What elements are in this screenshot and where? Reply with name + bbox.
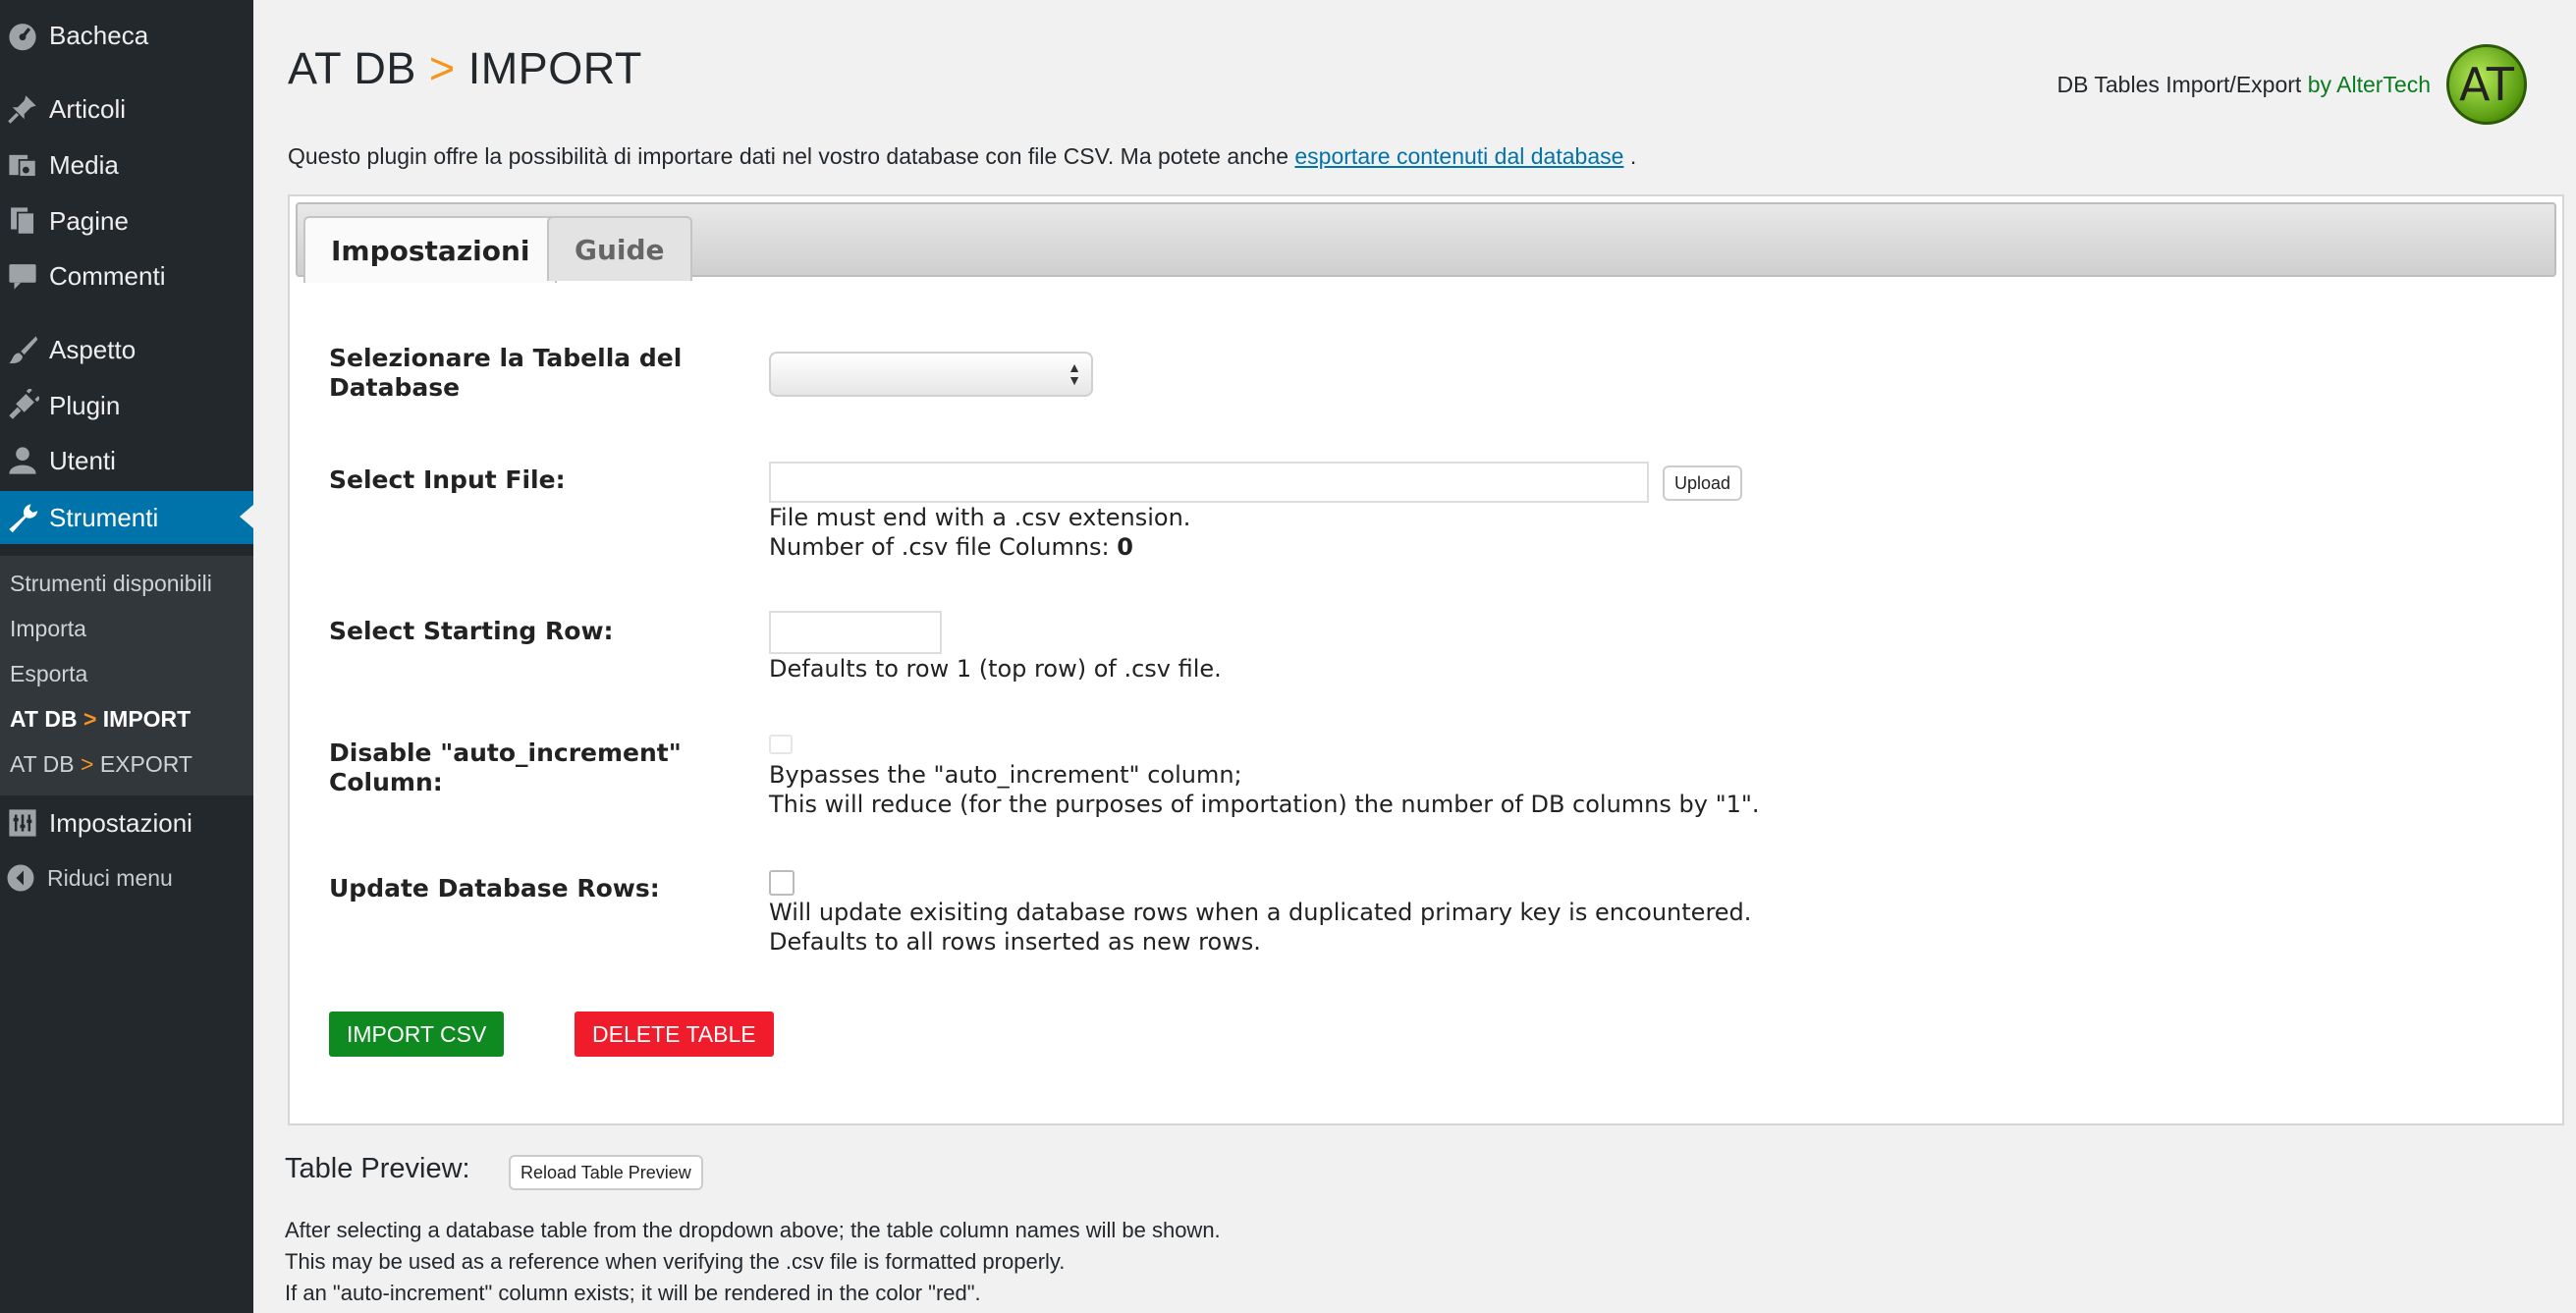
brand-author[interactable]: by AlterTech xyxy=(2308,72,2431,97)
submenu-esporta[interactable]: Esporta xyxy=(10,654,87,693)
reload-table-preview-button[interactable]: Reload Table Preview xyxy=(509,1155,703,1190)
start-row-input[interactable] xyxy=(769,611,942,654)
columns-count: Number of .csv file Columns: 0 xyxy=(769,532,1133,562)
sidebar-item-label: Strumenti xyxy=(49,502,159,532)
settings-sliders-icon xyxy=(6,806,39,840)
import-panel: Impostazioni Guide Selezionare la Tabell… xyxy=(288,194,2564,1125)
auto-increment-help-2: This will reduce (for the purposes of im… xyxy=(769,791,1760,818)
plugin-brand: DB Tables Import/Export by AlterTech AT xyxy=(2056,44,2527,125)
label-line: Selezionare la Tabella del xyxy=(329,344,683,372)
label-line: Database xyxy=(329,373,461,402)
update-rows-label: Update Database Rows: xyxy=(329,874,660,903)
pin-icon xyxy=(6,92,39,126)
input-file-label: Select Input File: xyxy=(329,465,566,494)
sidebar-item-media[interactable]: Media xyxy=(0,139,253,191)
submenu-label-prefix: AT DB xyxy=(10,706,78,732)
file-input[interactable] xyxy=(769,462,1649,503)
intro-text: Questo plugin offre la possibilità di im… xyxy=(288,143,1636,170)
sidebar-item-label: Aspetto xyxy=(49,334,137,364)
dashboard-icon xyxy=(6,19,39,52)
table-preview-title: Table Preview: xyxy=(285,1153,470,1184)
brand-text: DB Tables Import/Export by AlterTech xyxy=(2056,72,2431,98)
submenu-label-suffix: IMPORT xyxy=(102,706,192,732)
user-icon xyxy=(6,444,39,477)
database-table-select[interactable]: ▲ ▼ xyxy=(769,352,1093,397)
sidebar-item-commenti[interactable]: Commenti xyxy=(0,250,253,301)
submenu-strumenti-disponibili[interactable]: Strumenti disponibili xyxy=(10,564,212,603)
label-line: Disable "auto_increment" xyxy=(329,739,682,767)
title-prefix: AT DB xyxy=(288,43,416,93)
sidebar-item-impostazioni[interactable]: Impostazioni xyxy=(0,797,253,848)
pages-icon xyxy=(6,204,39,238)
preview-help-2: This may be used as a reference when ver… xyxy=(285,1249,1066,1274)
submenu-importa[interactable]: Importa xyxy=(10,609,86,648)
update-rows-help-1: Will update exisiting database rows when… xyxy=(769,899,1752,926)
import-csv-button[interactable]: IMPORT CSV xyxy=(329,1012,505,1057)
sidebar-item-utenti[interactable]: Utenti xyxy=(0,435,253,486)
file-help-text: File must end with a .csv extension. xyxy=(769,504,1191,531)
update-rows-checkbox[interactable] xyxy=(769,870,795,896)
altertech-logo: AT xyxy=(2446,44,2527,125)
sidebar-item-label: Bacheca xyxy=(49,20,149,50)
media-icon xyxy=(6,148,39,182)
sidebar-item-bacheca[interactable]: Bacheca xyxy=(0,10,253,61)
sidebar-item-label: Commenti xyxy=(49,260,166,291)
title-suffix: IMPORT xyxy=(467,43,642,93)
disable-auto-increment-checkbox[interactable] xyxy=(769,735,793,754)
collapse-menu-label: Riduci menu xyxy=(47,864,173,891)
brand-name: DB Tables Import/Export xyxy=(2056,71,2302,97)
comment-icon xyxy=(6,259,39,293)
sidebar-item-label: Pagine xyxy=(49,205,129,236)
sidebar-item-articoli[interactable]: Articoli xyxy=(0,83,253,135)
start-row-help: Defaults to row 1 (top row) of .csv file… xyxy=(769,655,1222,683)
sidebar-item-plugin[interactable]: Plugin xyxy=(0,380,253,431)
preview-help-1: After selecting a database table from th… xyxy=(285,1218,1221,1242)
intro-body: Questo plugin offre la possibilità di im… xyxy=(288,143,1288,169)
submenu-label-prefix: AT DB xyxy=(10,751,75,777)
select-arrows-icon: ▲ ▼ xyxy=(1068,359,1081,388)
export-link[interactable]: esportare contenuti dal database xyxy=(1294,143,1623,169)
intro-end: . xyxy=(1629,143,1637,169)
columns-value: 0 xyxy=(1117,533,1133,561)
auto-increment-label: Disable "auto_increment" Column: xyxy=(329,739,682,797)
admin-sidebar: Bacheca Articoli Media Pagine Commenti A… xyxy=(0,0,253,1313)
title-separator: > xyxy=(428,43,456,93)
upload-button[interactable]: Upload xyxy=(1663,465,1743,501)
submenu-label-suffix: EXPORT xyxy=(99,751,192,777)
update-rows-help-2: Defaults to all rows inserted as new row… xyxy=(769,928,1261,956)
tab-guide[interactable]: Guide xyxy=(547,216,692,281)
collapse-arrow-icon xyxy=(6,863,35,893)
sidebar-item-label: Articoli xyxy=(49,93,127,124)
page-title: AT DB > IMPORT xyxy=(288,43,642,94)
wrench-icon xyxy=(6,501,39,534)
tab-impostazioni[interactable]: Impostazioni xyxy=(303,216,558,283)
tools-submenu: Strumenti disponibili Importa Esporta AT… xyxy=(0,556,253,795)
label-line: Column: xyxy=(329,768,443,796)
submenu-at-db-export[interactable]: AT DB > EXPORT xyxy=(10,744,192,784)
sidebar-item-label: Impostazioni xyxy=(49,807,192,838)
start-row-label: Select Starting Row: xyxy=(329,617,614,645)
brush-icon xyxy=(6,333,39,366)
sidebar-item-label: Plugin xyxy=(49,390,121,420)
auto-increment-help-1: Bypasses the "auto_increment" column; xyxy=(769,761,1242,789)
sidebar-item-strumenti[interactable]: Strumenti xyxy=(0,491,253,544)
preview-help-3: If an "auto-increment" column exists; it… xyxy=(285,1281,981,1305)
separator-arrow: > xyxy=(82,706,97,732)
sidebar-item-aspetto[interactable]: Aspetto xyxy=(0,324,253,375)
columns-label: Number of .csv file Columns: xyxy=(769,533,1110,561)
collapse-menu-button[interactable]: Riduci menu xyxy=(0,854,253,902)
submenu-at-db-import[interactable]: AT DB > IMPORT xyxy=(10,699,191,739)
delete-table-button[interactable]: DELETE TABLE xyxy=(575,1012,774,1057)
sidebar-item-pagine[interactable]: Pagine xyxy=(0,195,253,246)
table-select-label: Selezionare la Tabella del Database xyxy=(329,344,682,403)
tab-bar: Impostazioni Guide xyxy=(296,202,2556,283)
separator-arrow: > xyxy=(81,751,94,777)
sidebar-item-label: Media xyxy=(49,149,119,180)
sidebar-item-label: Utenti xyxy=(49,445,116,475)
plugin-icon xyxy=(6,387,41,422)
